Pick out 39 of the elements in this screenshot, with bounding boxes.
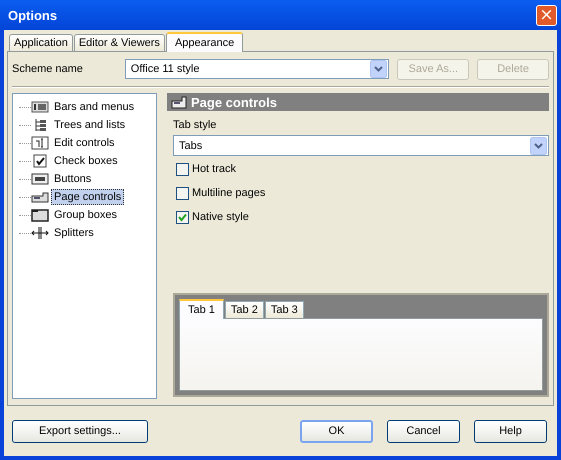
checkbox-label: Multiline pages: [192, 187, 266, 199]
page-icon: [171, 96, 187, 108]
preview-tab[interactable]: Tab 1: [179, 299, 224, 319]
check-icon: [31, 154, 49, 168]
tree-item[interactable]: Edit controls: [51, 135, 118, 151]
dialog-button[interactable]: Help: [474, 420, 547, 442]
tree-item[interactable]: Splitters: [51, 225, 97, 241]
checkbox-label: Hot track: [192, 163, 236, 175]
tab[interactable]: Editor & Viewers: [74, 34, 165, 51]
tree-item[interactable]: Group boxes: [51, 207, 120, 223]
group-icon: [31, 208, 49, 222]
preview-tab[interactable]: Tab 2: [224, 301, 264, 318]
bars-icon: [31, 100, 49, 114]
splitter-icon: [31, 226, 49, 240]
button-icon: [31, 172, 49, 186]
tree-item[interactable]: Page controls: [51, 189, 124, 205]
preview-tab[interactable]: Tab 3: [264, 301, 304, 318]
checkbox[interactable]: [176, 210, 189, 224]
window-title: Options: [8, 8, 58, 22]
tree-item[interactable]: Bars and menus: [51, 99, 138, 115]
tab[interactable]: Application: [9, 34, 73, 51]
tree-item[interactable]: Check boxes: [51, 153, 121, 169]
checkbox[interactable]: [176, 162, 189, 176]
dialog-button[interactable]: Cancel: [387, 420, 460, 442]
close-button[interactable]: ×: [536, 4, 557, 26]
checkbox[interactable]: [176, 186, 189, 200]
tab-style-label: Tab style: [173, 119, 218, 131]
edit-icon: [31, 136, 49, 150]
export-settings-button[interactable]: Export settings...: [12, 420, 148, 442]
section-title: Page controls: [191, 94, 277, 110]
scheme-name-label: Scheme name: [12, 63, 84, 75]
scheme-dropdown[interactable]: Office 11 style: [124, 59, 390, 79]
checkbox-label: Native style: [192, 211, 249, 223]
page-icon: [31, 190, 49, 204]
tab-style-dropdown[interactable]: Tabs: [173, 135, 549, 156]
tab[interactable]: Appearance: [166, 32, 244, 52]
tree-item[interactable]: Buttons: [51, 171, 94, 187]
tree-item[interactable]: Trees and lists: [51, 117, 128, 133]
dialog-button[interactable]: OK: [300, 420, 373, 442]
